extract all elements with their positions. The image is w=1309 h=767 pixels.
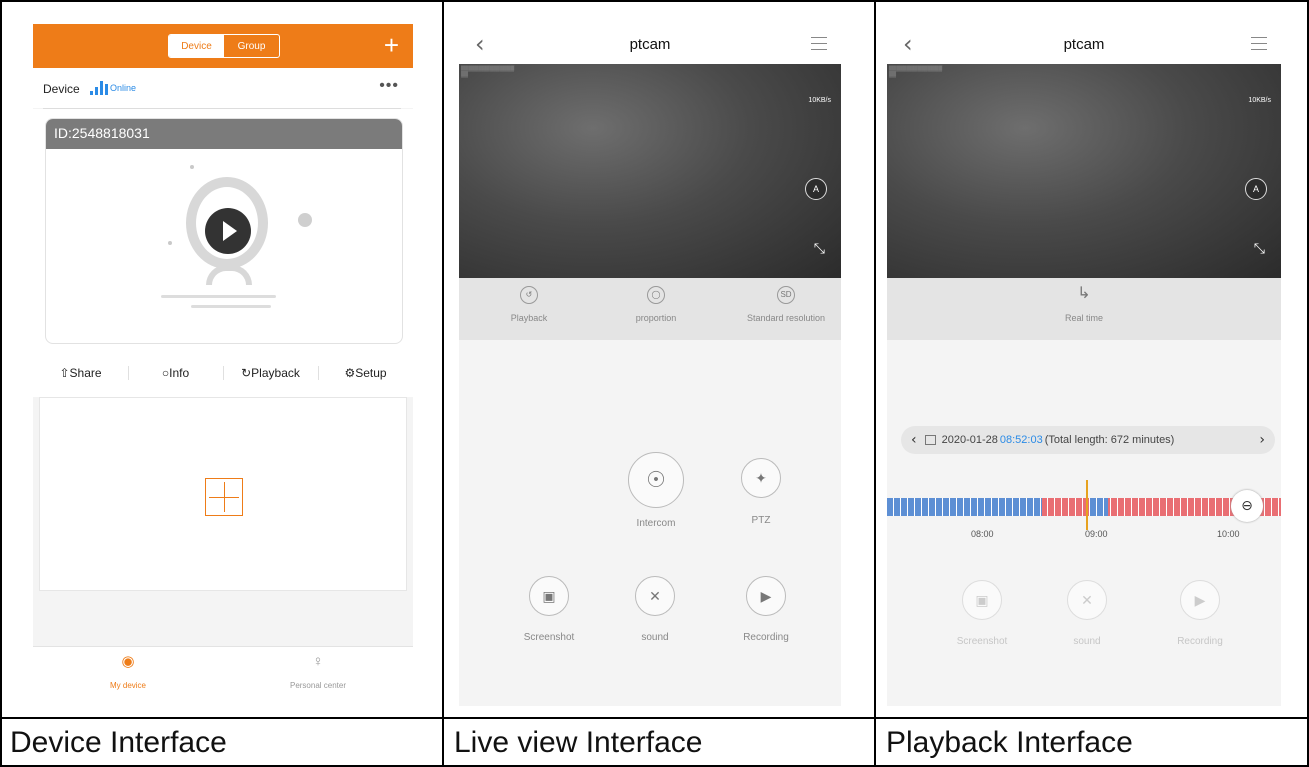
recording-button[interactable]: ▶ Recording: [1165, 580, 1235, 647]
device-group-toggle: Device Group: [168, 34, 280, 58]
device-card[interactable]: ID:2548818031: [45, 118, 403, 344]
person-icon: ♀: [312, 653, 324, 670]
play-icon[interactable]: [205, 208, 251, 254]
camera-illustration: [156, 155, 312, 315]
intercom-button[interactable]: ☉ Intercom: [621, 452, 691, 529]
device-screen: Device Group + Device Online ••• ID:2548…: [33, 24, 413, 706]
plus-icon[interactable]: [205, 478, 243, 516]
prev-day-icon[interactable]: ‹: [911, 432, 917, 448]
video-overlay: ▒▒▒▒▒▒▒▒▒▒▒▒▒▒▒ ▒▒: [889, 66, 943, 78]
next-day-icon[interactable]: ›: [1259, 432, 1265, 448]
playback-screen: ‹ ptcam ▒▒▒▒▒▒▒▒▒▒▒▒▒▒▒ ▒▒ 10KB/s A ⤡ ↳ R…: [887, 24, 1281, 706]
tab-personal-center[interactable]: ♀ Personal center: [223, 653, 413, 693]
page-title: ptcam: [1063, 36, 1105, 53]
add-device-box[interactable]: [39, 397, 407, 591]
screenshot-button[interactable]: ▣ Screenshot: [942, 580, 1022, 647]
zoom-icon[interactable]: ⊖: [1231, 490, 1263, 522]
gear-icon: ⚙: [344, 366, 356, 380]
proportion-tool[interactable]: ◯ proportion: [591, 286, 721, 323]
wifi-rate: 10KB/s: [1248, 97, 1271, 104]
sd-icon: SD: [777, 286, 795, 304]
mute-icon: ✕: [635, 576, 675, 616]
video-overlay: ▒▒▒▒▒▒▒▒▒▒▒▒▒▒▒ ▒▒: [461, 66, 515, 78]
add-icon[interactable]: +: [384, 31, 399, 59]
record-icon: ▶: [1180, 580, 1220, 620]
date-selector: ‹ 2020-01-28 08:52:03 (Total length: 672…: [901, 426, 1275, 454]
sound-button[interactable]: ✕ sound: [1057, 580, 1117, 647]
device-label: Device: [43, 82, 80, 96]
calendar-icon[interactable]: [924, 435, 936, 445]
video-view[interactable]: ▒▒▒▒▒▒▒▒▒▒▒▒▒▒▒ ▒▒ 10KB/s A ⤡: [887, 64, 1281, 278]
recording-button[interactable]: ▶ Recording: [731, 576, 801, 643]
tab-group[interactable]: Group: [224, 35, 279, 57]
device-header: Device Online •••: [33, 68, 413, 108]
page-title: ptcam: [629, 36, 671, 53]
tool-strip: ↳ Real time: [887, 278, 1281, 340]
time-text: 08:52:03: [999, 434, 1043, 446]
timeline[interactable]: [887, 492, 1281, 522]
fullscreen-icon[interactable]: ⤡: [814, 240, 825, 257]
menu-icon[interactable]: [811, 37, 827, 50]
bottom-tab-bar: ◉ My device ♀ Personal center: [33, 646, 413, 706]
microphone-icon: ☉: [628, 452, 684, 508]
device-actions: ⇧Share ○Info ↻Playback ⚙Setup: [33, 349, 413, 397]
three-panel-figure: Device Group + Device Online ••• ID:2548…: [0, 0, 1309, 767]
playback-icon: ↻: [241, 366, 252, 380]
fullscreen-icon[interactable]: ⤡: [1254, 240, 1265, 257]
clock-icon: ↺: [520, 286, 538, 304]
setup-button[interactable]: ⚙Setup: [318, 366, 413, 380]
camera-icon: ▣: [962, 580, 1002, 620]
more-icon[interactable]: •••: [379, 77, 399, 95]
camera-icon: ◉: [121, 653, 135, 670]
mute-icon: ✕: [1067, 580, 1107, 620]
playback-button[interactable]: ↻Playback: [223, 366, 318, 380]
total-length: (Total length: 672 minutes): [1044, 434, 1175, 446]
resolution-tool[interactable]: SD Standard resolution: [721, 286, 841, 323]
timeline-label: 08:00: [971, 529, 994, 539]
camera-icon: ▣: [529, 576, 569, 616]
timeline-ticks: [887, 498, 1281, 516]
timeline-cursor[interactable]: [1086, 480, 1088, 530]
share-icon: ⇧: [59, 366, 70, 380]
share-button[interactable]: ⇧Share: [33, 366, 128, 380]
wifi-rate: 10KB/s: [808, 97, 831, 104]
nav-bar: ‹ ptcam: [887, 24, 1281, 64]
signal-icon: [90, 81, 108, 95]
date-text: 2020-01-28: [941, 434, 998, 446]
playback-tool[interactable]: ↺ Playback: [464, 286, 594, 323]
realtime-tool[interactable]: ↳ Real time: [1019, 285, 1149, 324]
realtime-icon: ↳: [1077, 285, 1091, 302]
record-icon: ▶: [746, 576, 786, 616]
device-id: ID:2548818031: [46, 119, 402, 149]
caption-live: Live view Interface: [454, 726, 703, 759]
caption-device: Device Interface: [10, 726, 227, 759]
tab-device[interactable]: Device: [169, 35, 224, 57]
ptz-button[interactable]: ✦ PTZ: [736, 458, 786, 526]
timeline-label: 09:00: [1085, 529, 1108, 539]
video-view[interactable]: ▒▒▒▒▒▒▒▒▒▒▒▒▒▒▒ ▒▒ 10KB/s A ⤡: [459, 64, 841, 278]
auto-rotate-icon[interactable]: A: [805, 178, 827, 200]
timeline-label: 10:00: [1217, 529, 1240, 539]
sound-button[interactable]: ✕ sound: [625, 576, 685, 643]
live-screen: ‹ ptcam ▒▒▒▒▒▒▒▒▒▒▒▒▒▒▒ ▒▒ 10KB/s A ⤡ ↺ P…: [459, 24, 841, 706]
tool-strip: ↺ Playback ◯ proportion SD Standard reso…: [459, 278, 841, 340]
menu-icon[interactable]: [1251, 37, 1267, 50]
info-button[interactable]: ○Info: [128, 366, 223, 380]
screenshot-button[interactable]: ▣ Screenshot: [509, 576, 589, 643]
top-bar: Device Group +: [33, 24, 413, 68]
status-online: Online: [110, 83, 137, 93]
caption-playback: Playback Interface: [886, 726, 1133, 759]
auto-rotate-icon[interactable]: A: [1245, 178, 1267, 200]
nav-bar: ‹ ptcam: [459, 24, 841, 64]
tab-my-device[interactable]: ◉ My device: [33, 653, 223, 693]
proportion-icon: ◯: [647, 286, 665, 304]
ptz-icon: ✦: [741, 458, 781, 498]
